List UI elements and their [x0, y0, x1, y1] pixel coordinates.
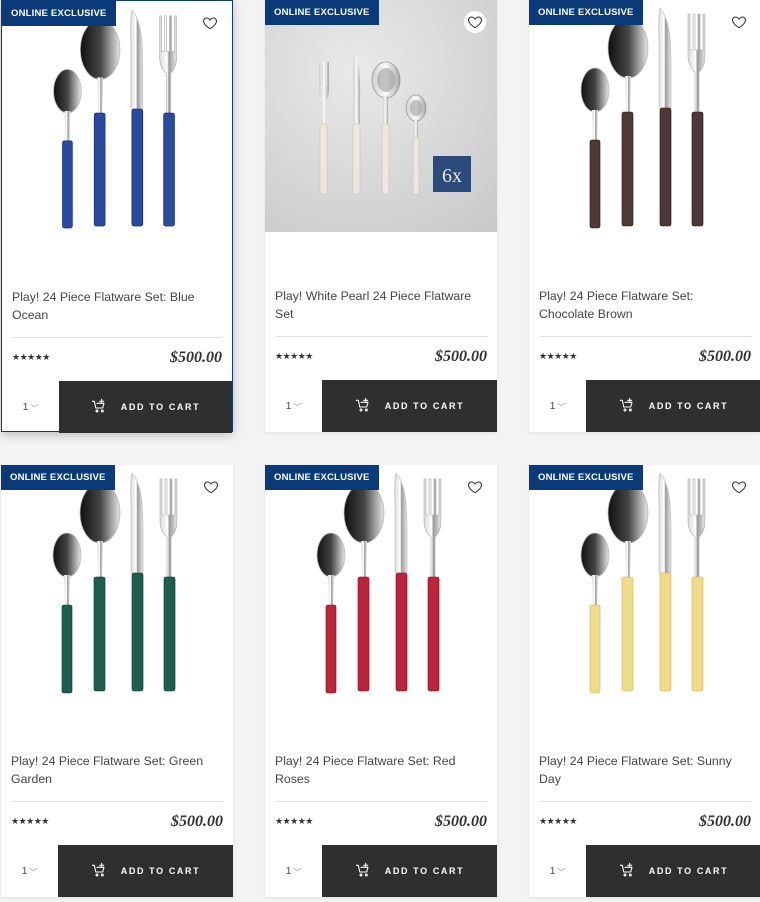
quantity-value: 1 [549, 865, 556, 877]
product-image[interactable] [2, 1, 232, 233]
quantity-value: 1 [285, 400, 292, 412]
wishlist-heart-icon[interactable] [464, 476, 486, 498]
wishlist-heart-icon[interactable] [199, 12, 221, 34]
product-card[interactable]: ONLINE EXCLUSIVE Play! 24 Piece Flatware… [529, 0, 760, 432]
divider [12, 337, 222, 338]
quantity-value: 1 [549, 400, 556, 412]
product-card[interactable]: ONLINE EXCLUSIVE Play! 24 Piece Flatware… [529, 465, 760, 897]
online-exclusive-badge: ONLINE EXCLUSIVE [529, 0, 643, 25]
quantity-select[interactable]: 1 ﹀ [265, 845, 322, 897]
product-price: $500.00 [699, 348, 751, 365]
product-price: $500.00 [170, 349, 222, 366]
product-card[interactable]: 6x ONLINE EXCLUSIVE Play! White Pearl 24… [265, 0, 497, 432]
wishlist-heart-icon[interactable] [728, 476, 750, 498]
rating-stars: ★★★★★ [11, 816, 49, 826]
product-image[interactable]: 6x [265, 0, 497, 232]
add-to-cart-label: ADD TO CART [120, 866, 201, 876]
product-image[interactable] [265, 465, 497, 697]
online-exclusive-badge: ONLINE EXCLUSIVE [1, 465, 115, 490]
chevron-down-icon: ﹀ [557, 867, 566, 877]
product-price: $500.00 [699, 813, 751, 830]
divider [275, 801, 487, 802]
quantity-select[interactable]: 1 ﹀ [1, 845, 58, 897]
product-title[interactable]: Play! 24 Piece Flatware Set: Red Roses [275, 752, 480, 788]
cart-add-icon [355, 397, 371, 415]
wishlist-heart-icon[interactable] [464, 11, 486, 33]
divider [11, 801, 223, 802]
product-card[interactable]: ONLINE EXCLUSIVE Play! 24 Piece Flatware… [265, 465, 497, 897]
rating-stars: ★★★★★ [539, 351, 577, 361]
chevron-down-icon: ﹀ [30, 403, 39, 413]
product-image[interactable] [1, 465, 233, 697]
rating-stars: ★★★★★ [275, 816, 313, 826]
rating-stars: ★★★★★ [275, 351, 313, 361]
add-to-cart-label: ADD TO CART [384, 866, 465, 876]
product-title[interactable]: Play! 24 Piece Flatware Set: Blue Ocean [12, 288, 217, 324]
quantity-select[interactable]: 1 ﹀ [529, 845, 586, 897]
online-exclusive-badge: ONLINE EXCLUSIVE [2, 1, 116, 26]
chevron-down-icon: ﹀ [293, 867, 302, 877]
chevron-down-icon: ﹀ [557, 402, 566, 412]
quantity-value: 1 [285, 865, 292, 877]
quantity-value: 1 [22, 401, 29, 413]
add-to-cart-label: ADD TO CART [648, 866, 729, 876]
divider [275, 336, 487, 337]
chevron-down-icon: ﹀ [293, 402, 302, 412]
cart-add-icon [355, 862, 371, 880]
cart-add-icon [619, 397, 635, 415]
product-image[interactable] [529, 465, 760, 697]
add-to-cart-button[interactable]: ADD TO CART [586, 845, 760, 897]
product-card[interactable]: ONLINE EXCLUSIVE Play! 24 Piece Flatware… [1, 465, 233, 897]
product-card[interactable]: ONLINE EXCLUSIVE Play! 24 Piece Flatware… [1, 0, 233, 433]
add-to-cart-button[interactable]: ADD TO CART [322, 845, 497, 897]
add-to-cart-button[interactable]: ADD TO CART [322, 380, 497, 432]
product-grid: ONLINE EXCLUSIVE Play! 24 Piece Flatware… [0, 0, 760, 902]
rating-stars: ★★★★★ [539, 816, 577, 826]
product-image[interactable] [529, 0, 760, 232]
add-to-cart-label: ADD TO CART [384, 401, 465, 411]
product-price: $500.00 [435, 813, 487, 830]
divider [539, 336, 751, 337]
product-title[interactable]: Play! 24 Piece Flatware Set: Sunny Day [539, 752, 744, 788]
cart-add-icon [91, 862, 107, 880]
quantity-select[interactable]: 1 ﹀ [265, 380, 322, 432]
cart-add-icon [91, 398, 107, 416]
product-price: $500.00 [435, 348, 487, 365]
online-exclusive-badge: ONLINE EXCLUSIVE [265, 0, 379, 25]
add-to-cart-button[interactable]: ADD TO CART [58, 845, 233, 897]
add-to-cart-label: ADD TO CART [120, 402, 201, 412]
divider [539, 801, 751, 802]
wishlist-heart-icon[interactable] [200, 476, 222, 498]
quantity-value: 1 [21, 865, 28, 877]
cart-add-icon [619, 862, 635, 880]
online-exclusive-badge: ONLINE EXCLUSIVE [265, 465, 379, 490]
box-label: 6x [442, 165, 462, 187]
quantity-select[interactable]: 1 ﹀ [529, 380, 586, 432]
product-price: $500.00 [171, 813, 223, 830]
product-title[interactable]: Play! 24 Piece Flatware Set: Green Garde… [11, 752, 216, 788]
online-exclusive-badge: ONLINE EXCLUSIVE [529, 465, 643, 490]
rating-stars: ★★★★★ [12, 352, 50, 362]
chevron-down-icon: ﹀ [29, 867, 38, 877]
add-to-cart-button[interactable]: ADD TO CART [586, 380, 760, 432]
product-title[interactable]: Play! White Pearl 24 Piece Flatware Set [275, 287, 480, 323]
product-title[interactable]: Play! 24 Piece Flatware Set: Chocolate B… [539, 287, 744, 323]
add-to-cart-label: ADD TO CART [648, 401, 729, 411]
quantity-select[interactable]: 1 ﹀ [2, 381, 59, 433]
wishlist-heart-icon[interactable] [728, 11, 750, 33]
add-to-cart-button[interactable]: ADD TO CART [59, 381, 232, 433]
